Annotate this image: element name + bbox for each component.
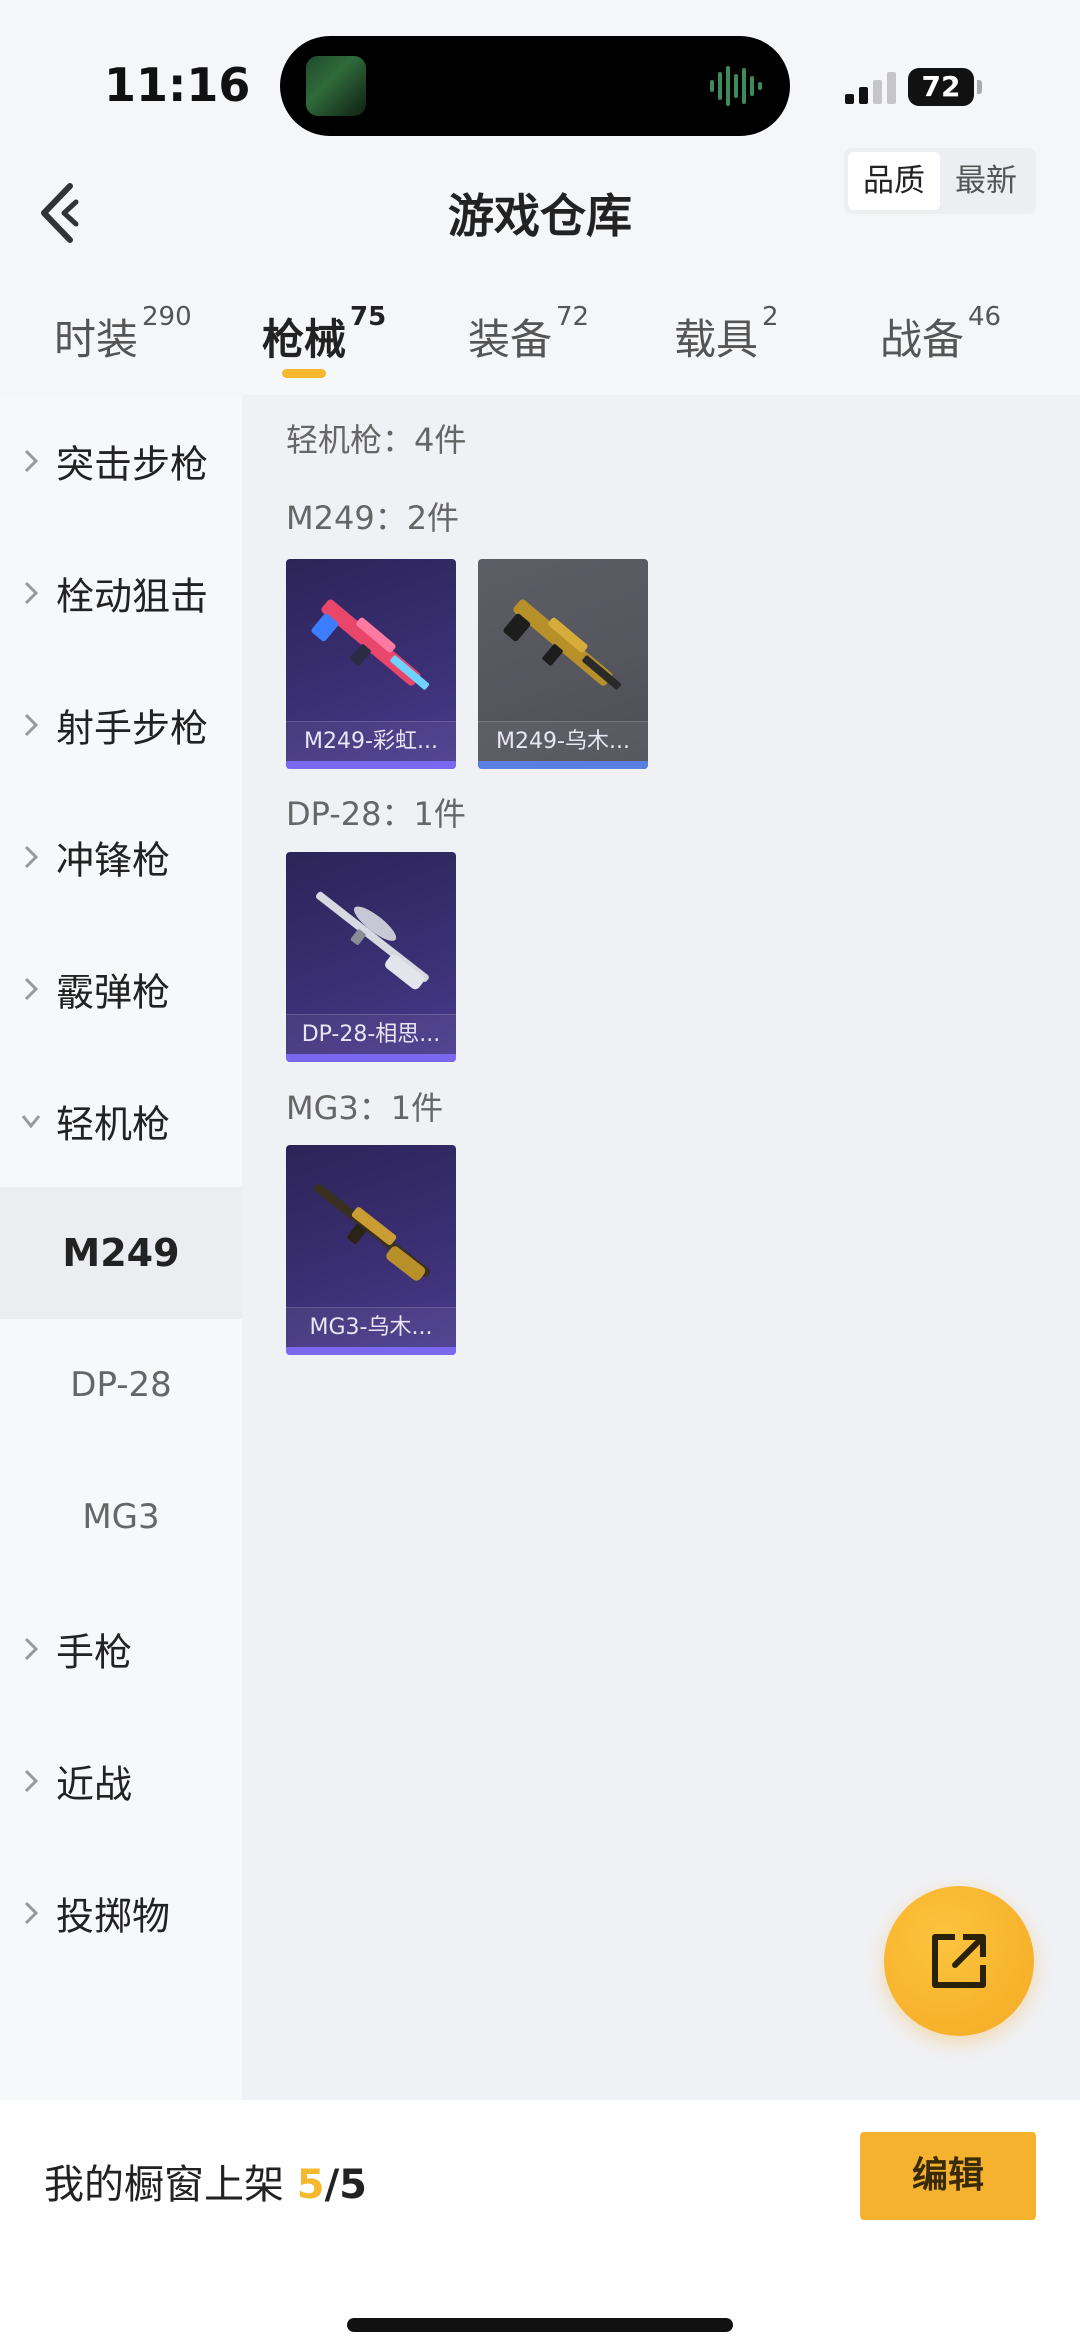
rarity-bar <box>478 761 648 769</box>
sidebar-item-label: 突击步枪 <box>56 442 209 487</box>
sidebar-item-pistols[interactable]: 手枪 <box>0 1583 242 1715</box>
sort-newest-option[interactable]: 最新 <box>940 152 1032 210</box>
item-card[interactable]: M249-彩虹... <box>286 559 456 769</box>
tab-count: 2 <box>762 302 779 332</box>
chevron-right-icon <box>24 1637 39 1661</box>
showcase-label: 我的橱窗上架 <box>44 2162 297 2208</box>
tab-supplies[interactable]: 战备 46 <box>880 302 1001 367</box>
chevron-right-icon <box>24 1769 39 1793</box>
sidebar-item-label: 近战 <box>56 1762 133 1807</box>
active-tab-indicator <box>282 369 326 378</box>
group-title: MG3：1件 <box>286 1089 444 1127</box>
home-indicator[interactable] <box>347 2318 733 2332</box>
sidebar-item-melee[interactable]: 近战 <box>0 1715 242 1847</box>
tab-label: 时装 <box>54 315 139 364</box>
group-title: DP-28：1件 <box>286 795 466 833</box>
item-card[interactable]: MG3-乌木... <box>286 1145 456 1355</box>
sidebar-item-label: 投掷物 <box>56 1894 171 1939</box>
category-tabs: 时装 290 枪械 75 装备 72 载具 2 战备 46 <box>0 290 1080 390</box>
item-card-name: DP-28-相思... <box>286 1014 456 1054</box>
item-card-name: MG3-乌木... <box>286 1307 456 1347</box>
sidebar: 突击步枪 栓动狙击 射手步枪 冲锋枪 霰弹枪 轻机枪 M249 DP-28 MG… <box>0 395 242 2100</box>
rarity-bar <box>286 1054 456 1062</box>
sidebar-item-label: 栓动狙击 <box>56 574 209 619</box>
tab-count: 290 <box>142 302 192 332</box>
showcase-total: /5 <box>324 2162 368 2208</box>
now-playing-thumbnail <box>306 56 366 116</box>
sidebar-item-assault-rifles[interactable]: 突击步枪 <box>0 395 242 527</box>
share-external-icon <box>932 1934 986 1988</box>
chevron-down-icon <box>22 1115 40 1129</box>
battery-tip <box>977 80 982 94</box>
rarity-bar <box>286 761 456 769</box>
audio-wave-icon <box>710 66 762 106</box>
tab-equipment[interactable]: 装备 72 <box>468 302 589 367</box>
cellular-signal-icon <box>845 72 896 104</box>
tab-count: 75 <box>350 302 387 332</box>
m249-ebony-skin-image <box>503 599 622 690</box>
sidebar-item-smgs[interactable]: 冲锋枪 <box>0 791 242 923</box>
sidebar-item-lmgs[interactable]: 轻机枪 <box>0 1055 242 1187</box>
tab-label: 装备 <box>468 315 553 364</box>
status-time: 11:16 <box>104 58 251 112</box>
chevron-right-icon <box>24 1901 39 1925</box>
tab-label: 载具 <box>674 315 759 364</box>
tab-label: 枪械 <box>262 315 347 364</box>
tab-count: 46 <box>968 302 1002 332</box>
group-title: M249：2件 <box>286 499 460 537</box>
edit-button[interactable]: 编辑 <box>860 2132 1036 2220</box>
item-card[interactable]: DP-28-相思... <box>286 852 456 1062</box>
sort-toggle[interactable]: 品质 最新 <box>844 148 1036 214</box>
tab-vehicles[interactable]: 载具 2 <box>674 302 779 367</box>
showcase-status: 我的橱窗上架 5/5 <box>44 2152 367 2210</box>
item-card-name: M249-乌木... <box>478 721 648 761</box>
dynamic-island[interactable] <box>280 36 790 136</box>
m249-rainbow-skin-image <box>311 599 430 690</box>
sidebar-item-label: 轻机枪 <box>56 1102 171 1147</box>
sidebar-item-label: 手枪 <box>56 1630 133 1675</box>
status-bar: 11:16 72 <box>0 0 1080 150</box>
tab-fashion[interactable]: 时装 290 <box>54 302 192 367</box>
item-grid-panel: 轻机枪：4件 M249：2件 M249-彩虹... M249-乌木... DP-… <box>242 395 1080 2100</box>
sidebar-item-marksman-rifles[interactable]: 射手步枪 <box>0 659 242 791</box>
showcase-count: 5 <box>296 2162 325 2208</box>
sidebar-subitem-label: MG3 <box>82 1497 160 1537</box>
sidebar-subitem-dp28[interactable]: DP-28 <box>0 1319 242 1451</box>
chevron-right-icon <box>24 713 39 737</box>
chevron-right-icon <box>24 845 39 869</box>
sort-quality-option[interactable]: 品质 <box>848 152 940 210</box>
sidebar-item-label: 射手步枪 <box>56 706 209 751</box>
showcase-bar: 我的橱窗上架 5/5 编辑 <box>0 2100 1080 2348</box>
category-count-label: 轻机枪：4件 <box>286 421 467 459</box>
tab-count: 72 <box>556 302 590 332</box>
mg3-ebony-skin-image <box>313 1183 431 1281</box>
sidebar-subitem-label: DP-28 <box>70 1365 172 1405</box>
rarity-bar <box>286 1347 456 1355</box>
sidebar-subitem-mg3[interactable]: MG3 <box>0 1451 242 1583</box>
sidebar-subitem-m249[interactable]: M249 <box>0 1187 242 1319</box>
battery-icon: 72 <box>908 68 974 106</box>
share-fab-button[interactable] <box>884 1886 1034 2036</box>
item-card[interactable]: M249-乌木... <box>478 559 648 769</box>
tab-label: 战备 <box>880 315 965 364</box>
chevron-right-icon <box>24 977 39 1001</box>
sidebar-item-label: 冲锋枪 <box>56 838 171 883</box>
chevron-right-icon <box>24 581 39 605</box>
sidebar-item-label: 霰弹枪 <box>56 970 171 1015</box>
sidebar-item-bolt-snipers[interactable]: 栓动狙击 <box>0 527 242 659</box>
tab-firearms[interactable]: 枪械 75 <box>262 302 386 367</box>
sidebar-item-throwables[interactable]: 投掷物 <box>0 1847 242 1979</box>
chevron-right-icon <box>24 449 39 473</box>
sidebar-item-shotguns[interactable]: 霰弹枪 <box>0 923 242 1055</box>
dp28-skin-image <box>315 891 429 990</box>
sidebar-subitem-label: M249 <box>62 1231 180 1275</box>
item-card-name: M249-彩虹... <box>286 721 456 761</box>
